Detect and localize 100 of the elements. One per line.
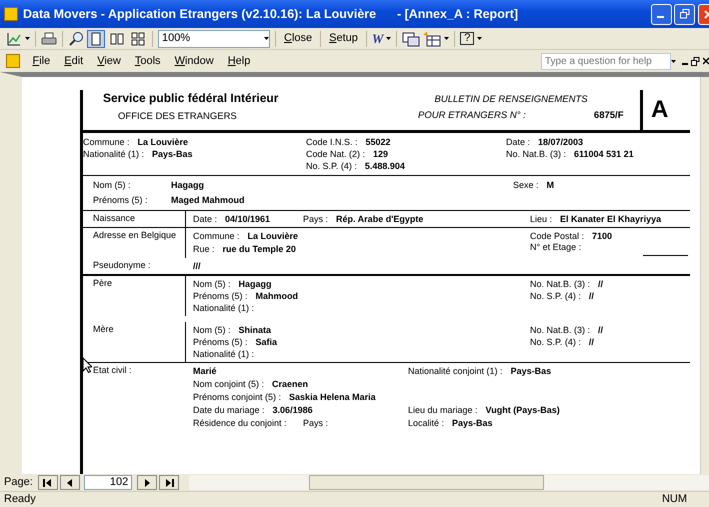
dropdown-caret-icon[interactable] [25,37,30,40]
menu-item[interactable]: View [90,52,128,70]
field-value: // [588,290,594,302]
scroll-thumb[interactable] [309,475,544,490]
status-text: Ready [4,492,36,507]
next-page-icon [142,478,152,486]
field-label: Localité : [408,418,444,429]
menu-item[interactable]: File [26,52,58,70]
chart-icon[interactable] [6,30,22,46]
page-label: Page: [4,475,33,490]
field-value: La Louvière [248,230,298,242]
field-label: Nom conjoint (5) : [193,379,264,390]
new-table-icon[interactable] [423,30,442,46]
magnifier-icon[interactable] [68,30,84,46]
first-page-button[interactable] [38,475,58,490]
minimize-button[interactable] [650,4,672,24]
field-value: Maged Mahmoud [171,195,244,206]
section-label: Mère [93,324,114,334]
field-value: 3.06/1986 [272,405,313,416]
page-icon [89,32,103,46]
field-value: 7100 [592,230,612,242]
vertical-scrollbar[interactable] [700,77,709,474]
view-mode-button[interactable] [129,30,147,48]
toolbar-button[interactable]: Setup [326,29,361,48]
field-label: Code Postal : [530,230,584,242]
field-value: La Louvière [138,136,188,148]
dropdown-caret-icon[interactable] [386,37,392,40]
previous-page-button[interactable] [60,475,80,490]
field-label: Nationalité (1) : [83,148,144,160]
menu-item[interactable]: Edit [57,52,90,70]
bulletin-title: BULLETIN DE RENSEIGNEMENTS [434,94,588,105]
field-label: Lieu : [530,214,552,224]
field-label: Prénoms conjoint (5) : [193,392,282,403]
field-value: /// [193,260,201,272]
field-value: El Kanater El Khayriyya [560,214,662,224]
field-value: Safia [256,336,278,348]
menu-item[interactable]: Tools [128,52,168,70]
field-label: Date : [506,136,530,148]
field-value: // [588,336,594,348]
view-mode-button[interactable] [87,30,105,48]
zoom-value: 100% [162,31,190,46]
zoom-field[interactable]: 100% [158,30,270,48]
window-title: Data Movers - Application Etrangers (v2.10.16): La Louvière - [Annex_A : Report] [23,6,518,23]
field-value: Hagagg [238,278,272,290]
field-label: Pays : [303,418,328,429]
field-value: // [598,324,604,336]
dropdown-caret-icon[interactable] [444,37,450,40]
field-value: 55022 [366,136,391,148]
field-label: Sexe : [513,180,539,191]
field-value: // [598,278,604,290]
field-value: Marié [193,366,217,377]
printer-icon[interactable] [41,30,57,46]
field-label: Rue : [193,244,215,254]
next-page-button[interactable] [137,475,157,490]
field-label: Date : [193,214,218,224]
field-value: Hagagg [171,180,204,191]
field-label: Code I.N.S. : [306,136,358,148]
field-label: Prénoms (5) : [93,195,149,206]
field-label: No. S.P. (4) : [530,336,581,348]
restore-icon[interactable] [691,56,700,66]
page-number-field[interactable]: 102 [84,475,132,490]
field-value: 611004 531 21 [574,148,634,160]
dropdown-caret-icon[interactable] [477,37,482,40]
field-value: Mahmood [256,290,298,302]
last-page-button[interactable] [159,475,179,490]
field-value: Rép. Arabe d'Egypte [336,214,424,224]
previous-page-icon [65,478,74,486]
field-label: Lieu du mariage : [408,405,478,416]
word-export-button[interactable]: W [372,28,384,48]
toolbar-button[interactable]: Close [281,29,316,48]
field-label: Code Nat. (2) : [306,148,366,160]
dropdown-caret-icon[interactable] [671,60,676,62]
field-label: Prénoms (5) : [193,336,248,348]
section-label: Pseudonyme : [93,260,151,270]
form-letter: A [651,96,668,124]
field-label: Nationalité (1) : [193,302,254,314]
close-icon[interactable] [703,57,709,65]
field-label: Résidence du conjoint : [193,418,287,429]
status-indicator: NUM [662,492,687,507]
menu-item[interactable]: Help [220,52,258,70]
field-value: M [546,180,554,191]
restore-button[interactable] [674,4,696,24]
section-label: Père [93,278,112,288]
windows-icon[interactable] [402,30,420,46]
field-label: Nom (5) : [193,278,231,290]
field-label: No. Nat.B. (3) : [530,278,590,290]
field-label: No. Nat.B. (3) : [506,148,566,160]
first-page-icon [43,478,52,486]
field-label: Commune : [193,230,240,242]
menu-item[interactable]: Window [168,52,221,70]
number-label: POUR ETRANGERS N° : [418,111,526,122]
horizontal-scrollbar[interactable] [189,475,709,490]
document-icon [6,54,20,68]
help-search-field[interactable]: Type a question for help [541,52,671,70]
office-name: OFFICE DES ETRANGERS [118,112,238,123]
dropdown-caret-icon[interactable] [264,37,269,40]
field-label: Nom (5) : [93,180,132,191]
field-label: No. Nat.B. (3) : [530,324,590,336]
last-page-icon [164,478,174,486]
field-label: Prénoms (5) : [193,290,248,302]
